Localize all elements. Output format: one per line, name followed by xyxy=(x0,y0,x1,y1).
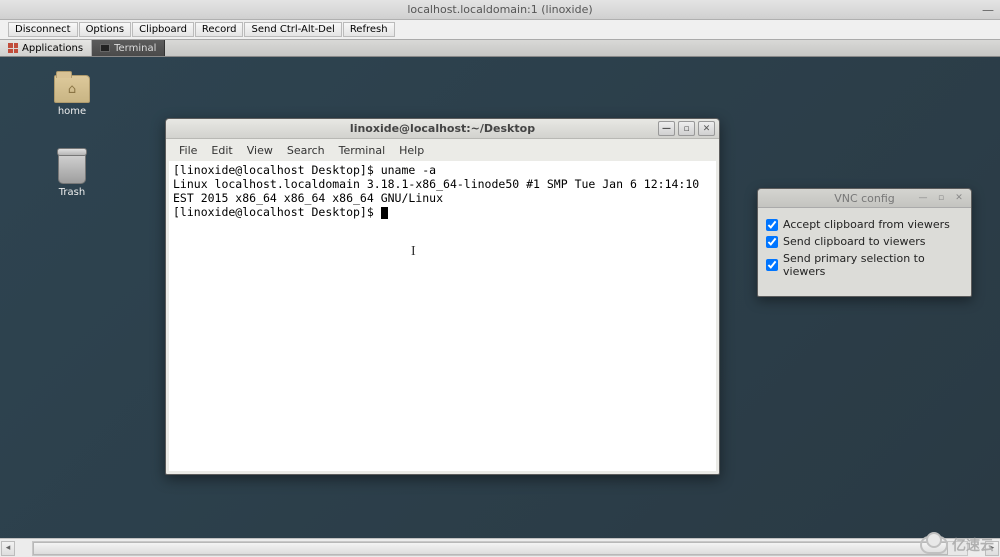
vnc-config-title: VNC config xyxy=(834,192,895,205)
vnc-config-titlebar[interactable]: VNC config — ▫ ✕ xyxy=(758,189,971,208)
disconnect-button[interactable]: Disconnect xyxy=(8,22,78,37)
trash-icon-label: Trash xyxy=(59,187,85,198)
accept-clipboard-label: Accept clipboard from viewers xyxy=(783,218,950,231)
applications-icon xyxy=(8,43,18,53)
scroll-track[interactable] xyxy=(32,541,968,556)
terminal-maximize-button[interactable]: ▫ xyxy=(678,121,695,136)
terminal-close-button[interactable]: ✕ xyxy=(698,121,715,136)
vnc-config-window[interactable]: VNC config — ▫ ✕ Accept clipboard from v… xyxy=(757,188,972,297)
send-primary-option[interactable]: Send primary selection to viewers xyxy=(766,252,963,278)
viewer-minimize-icon[interactable]: — xyxy=(982,3,994,17)
send-primary-checkbox[interactable] xyxy=(766,259,778,271)
menu-file[interactable]: File xyxy=(174,142,202,159)
taskbar-terminal-label: Terminal xyxy=(114,43,156,54)
viewer-titlebar: localhost.localdomain:1 (linoxide) — xyxy=(0,0,1000,20)
home-glyph-icon: ⌂ xyxy=(55,76,89,102)
desktop-icon-home[interactable]: ⌂ home xyxy=(42,75,102,117)
applications-label: Applications xyxy=(22,43,83,54)
home-icon-label: home xyxy=(58,106,86,117)
scroll-right-button[interactable]: ▸ xyxy=(985,541,999,556)
send-ctrl-alt-del-button[interactable]: Send Ctrl-Alt-Del xyxy=(244,22,341,37)
terminal-window-controls: — ▫ ✕ xyxy=(658,121,715,136)
menu-terminal[interactable]: Terminal xyxy=(334,142,391,159)
applications-menu-button[interactable]: Applications xyxy=(0,40,92,56)
menu-help[interactable]: Help xyxy=(394,142,429,159)
viewer-horizontal-scrollbar[interactable]: ◂ ▸ xyxy=(0,538,1000,557)
vnc-config-body: Accept clipboard from viewers Send clipb… xyxy=(758,208,971,296)
terminal-line-1: [linoxide@localhost Desktop]$ uname -a xyxy=(173,163,436,177)
terminal-window[interactable]: linoxide@localhost:~/Desktop — ▫ ✕ File … xyxy=(165,118,720,475)
remote-desktop[interactable]: Applications Terminal ⌂ home Trash linox… xyxy=(0,40,1000,538)
options-button[interactable]: Options xyxy=(79,22,132,37)
menu-view[interactable]: View xyxy=(242,142,278,159)
refresh-button[interactable]: Refresh xyxy=(343,22,395,37)
remote-taskbar: Applications Terminal xyxy=(0,40,1000,57)
menu-edit[interactable]: Edit xyxy=(206,142,237,159)
scroll-thumb[interactable] xyxy=(33,542,948,555)
clipboard-button[interactable]: Clipboard xyxy=(132,22,194,37)
terminal-titlebar[interactable]: linoxide@localhost:~/Desktop — ▫ ✕ xyxy=(166,119,719,139)
taskbar-item-terminal[interactable]: Terminal xyxy=(92,40,165,56)
send-clipboard-label: Send clipboard to viewers xyxy=(783,235,926,248)
vnc-config-minimize-button[interactable]: — xyxy=(915,192,931,205)
desktop-icon-trash[interactable]: Trash xyxy=(42,152,102,198)
terminal-icon xyxy=(100,44,110,52)
terminal-line-3: [linoxide@localhost Desktop]$ xyxy=(173,205,381,219)
terminal-menubar: File Edit View Search Terminal Help xyxy=(166,139,719,161)
send-clipboard-checkbox[interactable] xyxy=(766,236,778,248)
terminal-cursor-icon xyxy=(381,207,388,219)
vnc-config-close-button[interactable]: ✕ xyxy=(951,192,967,205)
terminal-body[interactable]: [linoxide@localhost Desktop]$ uname -a L… xyxy=(169,161,716,471)
record-button[interactable]: Record xyxy=(195,22,244,37)
accept-clipboard-checkbox[interactable] xyxy=(766,219,778,231)
trash-icon xyxy=(58,152,86,184)
send-primary-label: Send primary selection to viewers xyxy=(783,252,963,278)
viewer-toolbar: Disconnect Options Clipboard Record Send… xyxy=(0,20,1000,40)
terminal-title: linoxide@localhost:~/Desktop xyxy=(350,122,535,135)
folder-icon: ⌂ xyxy=(54,75,90,103)
send-clipboard-option[interactable]: Send clipboard to viewers xyxy=(766,235,963,248)
text-cursor-icon: I xyxy=(411,243,416,260)
terminal-minimize-button[interactable]: — xyxy=(658,121,675,136)
terminal-line-2: Linux localhost.localdomain 3.18.1-x86_6… xyxy=(173,177,706,205)
scroll-left-button[interactable]: ◂ xyxy=(1,541,15,556)
menu-search[interactable]: Search xyxy=(282,142,330,159)
accept-clipboard-option[interactable]: Accept clipboard from viewers xyxy=(766,218,963,231)
viewer-title: localhost.localdomain:1 (linoxide) xyxy=(407,3,592,16)
vnc-config-maximize-button[interactable]: ▫ xyxy=(933,192,949,205)
